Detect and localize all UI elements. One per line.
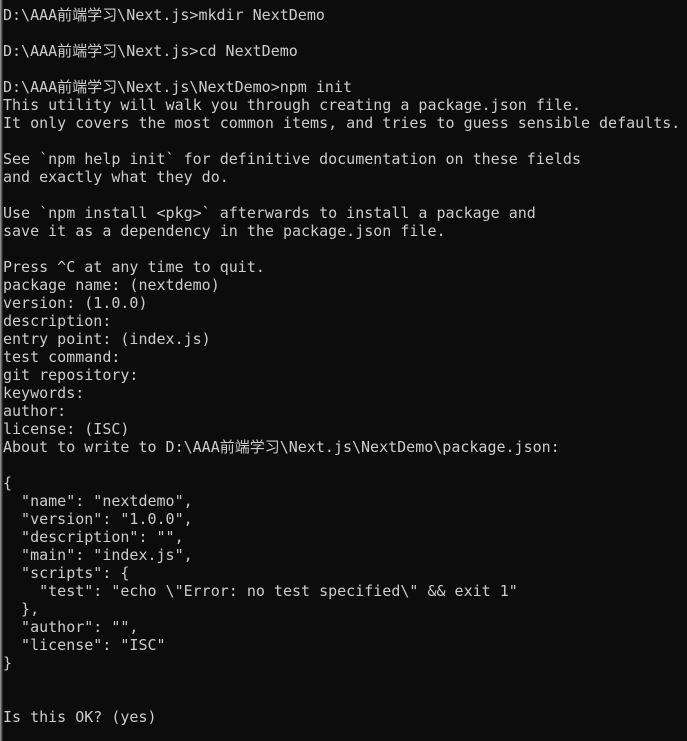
- console-line: D:\AAA前端学习\Next.js\NextDemo>npm init: [3, 78, 352, 96]
- console-line: "license": "ISC": [3, 636, 166, 654]
- console-line: D:\AAA前端学习\Next.js>cd NextDemo: [3, 42, 298, 60]
- console-line: "author": "",: [3, 618, 139, 636]
- console-line: and exactly what they do.: [3, 168, 229, 186]
- console-line: license: (ISC): [3, 420, 130, 438]
- console-line: "description": "",: [3, 528, 184, 546]
- console-line: "name": "nextdemo",: [3, 492, 193, 510]
- console-line: save it as a dependency in the package.j…: [3, 222, 446, 240]
- console-line: See `npm help init` for definitive docum…: [3, 150, 581, 168]
- console-line: version: (1.0.0): [3, 294, 148, 312]
- console-line: package name: (nextdemo): [3, 276, 220, 294]
- console-line: "test": "echo \"Error: no test specified…: [3, 582, 518, 600]
- console-line: Use `npm install <pkg>` afterwards to in…: [3, 204, 536, 222]
- console-line: keywords:: [3, 384, 85, 402]
- console-line: git repository:: [3, 366, 139, 384]
- console-line: Press ^C at any time to quit.: [3, 258, 265, 276]
- console-line: description:: [3, 312, 112, 330]
- console-line: Is this OK? (yes): [3, 708, 157, 726]
- console-line: {: [3, 474, 13, 492]
- terminal-window[interactable]: D:\AAA前端学习\Next.js>mkdir NextDemo D:\AAA…: [0, 0, 687, 741]
- console-output-area[interactable]: D:\AAA前端学习\Next.js>mkdir NextDemo D:\AAA…: [3, 0, 687, 741]
- console-line: "scripts": {: [3, 564, 130, 582]
- console-line: It only covers the most common items, an…: [3, 114, 681, 132]
- console-line: entry point: (index.js): [3, 330, 211, 348]
- console-line: }: [3, 654, 13, 672]
- console-line: author:: [3, 402, 67, 420]
- console-line: D:\AAA前端学习\Next.js>mkdir NextDemo: [3, 6, 325, 24]
- console-line: "version": "1.0.0",: [3, 510, 193, 528]
- console-line: This utility will walk you through creat…: [3, 96, 581, 114]
- console-line: },: [3, 600, 40, 618]
- console-line: test command:: [3, 348, 121, 366]
- console-line: "main": "index.js",: [3, 546, 193, 564]
- console-line: About to write to D:\AAA前端学习\Next.js\Nex…: [3, 438, 560, 456]
